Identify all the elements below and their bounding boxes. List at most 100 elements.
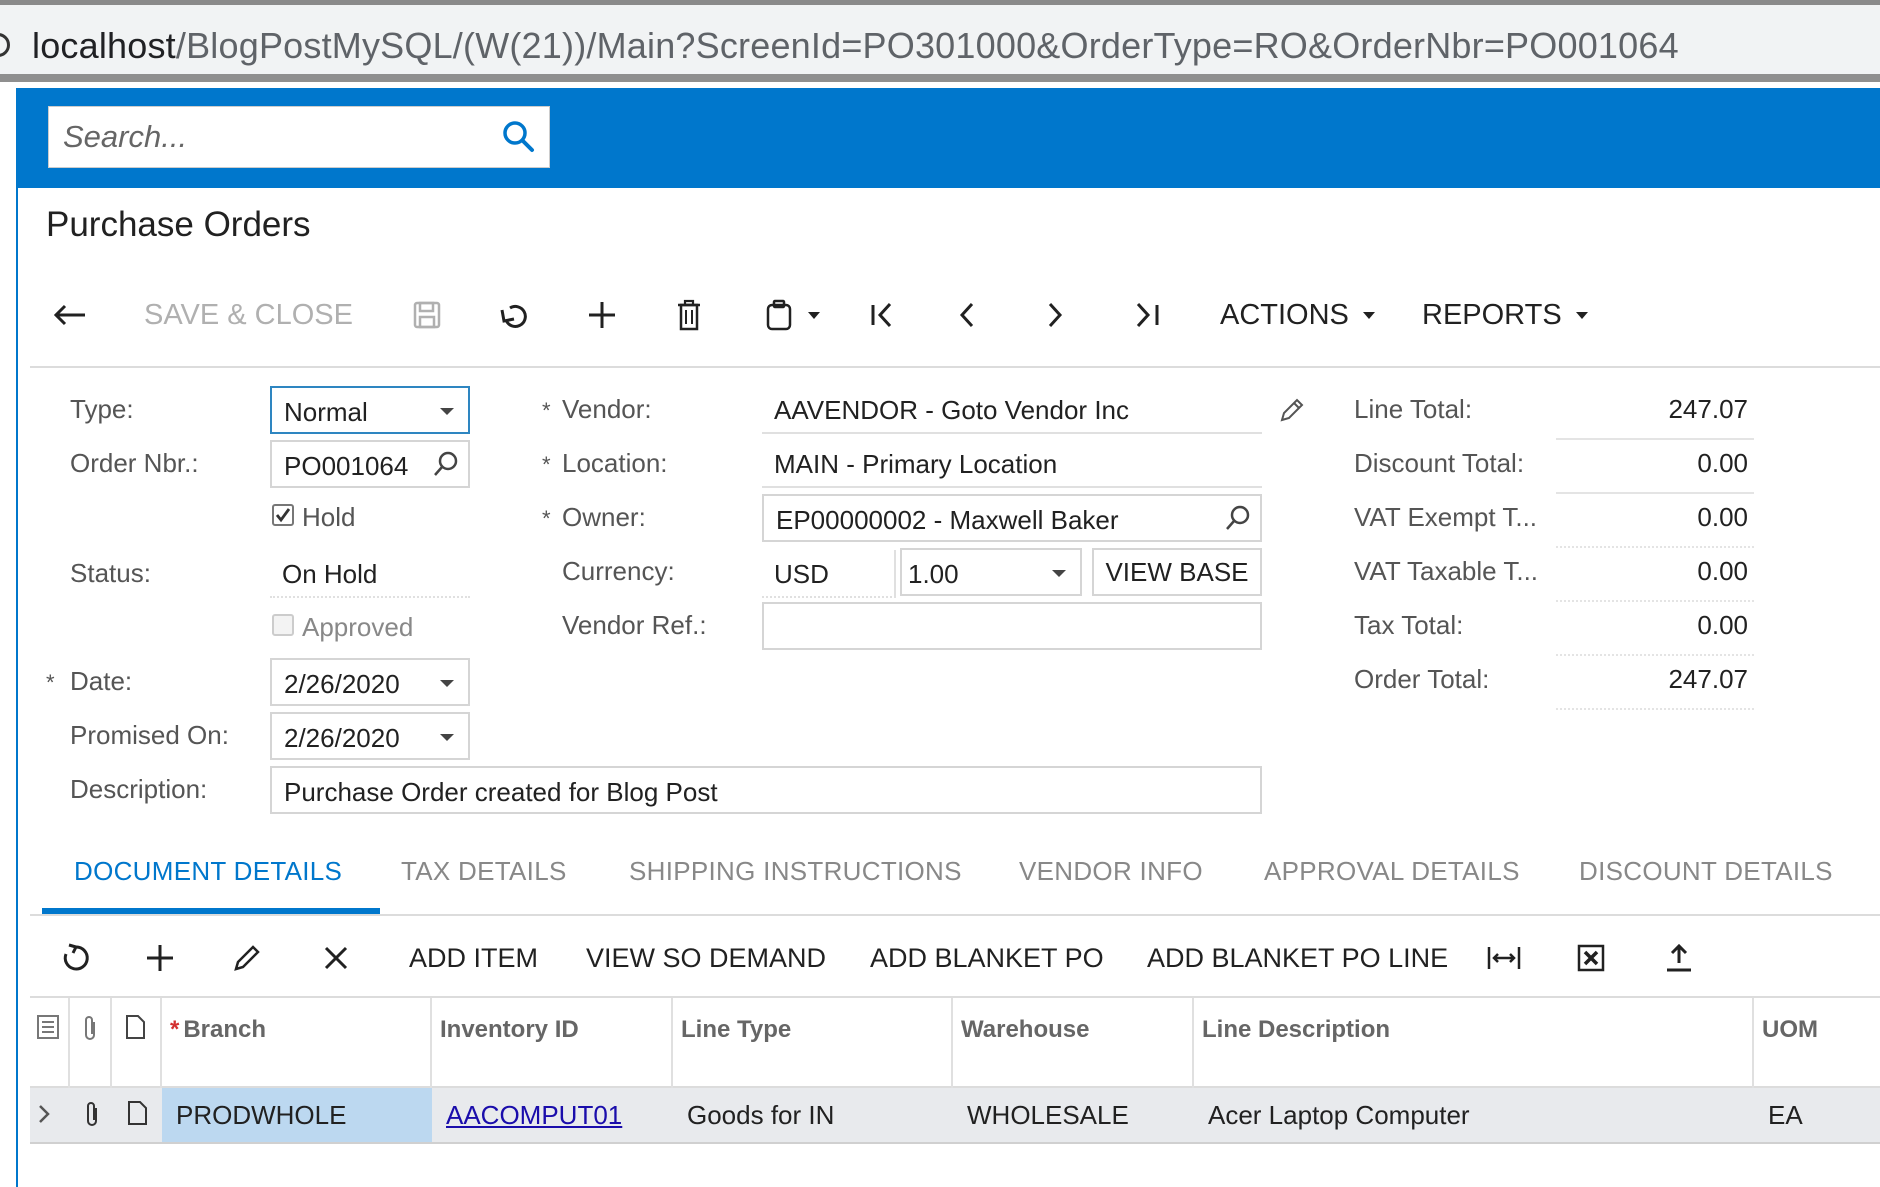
global-search[interactable] <box>48 106 550 168</box>
first-record-button[interactable] <box>868 282 898 348</box>
browser-address-bar[interactable]: localhost/BlogPostMySQL/(W(21))/Main?Scr… <box>0 0 1880 82</box>
chevron-down-icon <box>1052 570 1066 577</box>
delete-button[interactable] <box>676 282 702 348</box>
view-base-button[interactable]: VIEW BASE <box>1092 548 1262 596</box>
close-icon <box>324 946 348 970</box>
prev-record-button[interactable] <box>956 282 978 348</box>
description-label: Description: <box>70 774 208 804</box>
clipboard-button[interactable] <box>764 282 820 348</box>
order-nbr-field[interactable]: PO001064 <box>270 440 470 488</box>
pencil-icon <box>234 945 260 971</box>
divider <box>1556 654 1754 656</box>
tab-discount-details[interactable]: DISCOUNT DETAILS <box>1579 856 1833 887</box>
currency-rate-select[interactable]: 1.00 <box>900 548 1082 596</box>
table-row[interactable]: PRODWHOLE AACOMPUT01 Goods for IN WHOLES… <box>30 1088 1880 1144</box>
first-icon <box>871 302 892 328</box>
note-icon <box>128 1101 147 1125</box>
reports-menu[interactable]: REPORTS <box>1422 282 1588 348</box>
attachment-header <box>70 998 112 1088</box>
discount-total-label: Discount Total: <box>1354 448 1525 478</box>
inventory-id-link[interactable]: AACOMPUT01 <box>446 1100 622 1131</box>
row-settings-header[interactable] <box>30 998 70 1088</box>
add-blanket-po-line-button[interactable]: ADD BLANKET PO LINE <box>1147 922 1448 994</box>
vendor-field[interactable]: AAVENDOR - Goto Vendor Inc <box>762 386 1262 434</box>
add-row-button[interactable] <box>144 922 176 994</box>
tab-shipping-instructions[interactable]: SHIPPING INSTRUCTIONS <box>629 856 962 887</box>
chevron-down-icon[interactable] <box>440 734 454 741</box>
add-item-button[interactable]: ADD ITEM <box>409 922 538 994</box>
fit-columns-button[interactable] <box>1486 922 1522 994</box>
actions-dropdown-icon <box>1362 311 1375 319</box>
next-record-button[interactable] <box>1044 282 1066 348</box>
details-grid: * Branch Inventory ID Line Type Warehouse… <box>30 996 1880 1187</box>
tab-approval-details[interactable]: APPROVAL DETAILS <box>1264 856 1520 887</box>
promised-on-field[interactable]: 2/26/2020 <box>270 712 470 760</box>
plus-icon <box>147 945 173 971</box>
tab-document-details[interactable]: DOCUMENT DETAILS <box>74 856 342 887</box>
row-expand[interactable] <box>30 1088 70 1142</box>
chevron-right-icon <box>1048 302 1063 328</box>
column-warehouse[interactable]: Warehouse <box>953 998 1194 1088</box>
row-attachment[interactable] <box>70 1088 112 1142</box>
owner-label: Owner: <box>562 502 646 532</box>
owner-field[interactable]: EP00000002 - Maxwell Baker <box>762 494 1262 542</box>
address-url[interactable]: localhost/BlogPostMySQL/(W(21))/Main?Scr… <box>32 25 1679 67</box>
cell-inventory-id[interactable]: AACOMPUT01 <box>432 1088 673 1142</box>
add-blanket-po-button[interactable]: ADD BLANKET PO <box>870 922 1104 994</box>
edit-pencil-icon[interactable] <box>1278 396 1306 424</box>
column-inventory-id[interactable]: Inventory ID <box>432 998 673 1088</box>
column-uom[interactable]: UOM <box>1754 998 1880 1088</box>
divider <box>1556 492 1754 494</box>
column-branch[interactable]: * Branch <box>162 998 432 1088</box>
chevron-down-icon[interactable] <box>440 680 454 687</box>
tab-vendor-info[interactable]: VENDOR INFO <box>1019 856 1203 887</box>
cell-branch[interactable]: PRODWHOLE <box>162 1088 432 1142</box>
undo-button[interactable] <box>498 282 532 348</box>
location-label: Location: <box>562 448 668 478</box>
description-field[interactable]: Purchase Order created for Blog Post <box>270 766 1262 814</box>
vat-exempt-value: 0.00 <box>1697 502 1748 532</box>
refresh-button[interactable] <box>60 922 92 994</box>
active-tab-indicator <box>42 908 380 914</box>
column-line-description[interactable]: Line Description <box>1194 998 1754 1088</box>
line-total-label: Line Total: <box>1354 394 1473 424</box>
location-field[interactable]: MAIN - Primary Location <box>762 440 1262 488</box>
upload-button[interactable] <box>1664 922 1694 994</box>
vendor-label: Vendor: <box>562 394 652 424</box>
delete-row-button[interactable] <box>322 922 350 994</box>
edit-row-button[interactable] <box>232 922 262 994</box>
site-info-icon[interactable] <box>0 33 10 57</box>
cell-line-description[interactable]: Acer Laptop Computer <box>1194 1088 1754 1142</box>
required-mark: * <box>542 506 551 531</box>
fit-width-icon <box>1487 947 1521 969</box>
back-button[interactable] <box>52 282 88 348</box>
search-icon[interactable] <box>501 119 537 155</box>
chevron-right-icon <box>39 1105 50 1123</box>
add-button[interactable] <box>586 282 618 348</box>
approved-label: Approved <box>302 612 414 642</box>
row-note[interactable] <box>112 1088 162 1142</box>
lookup-icon[interactable] <box>432 450 460 478</box>
type-select[interactable]: Normal <box>270 386 470 434</box>
order-total-label: Order Total: <box>1354 664 1490 694</box>
export-excel-button[interactable] <box>1576 922 1606 994</box>
view-so-demand-button[interactable]: VIEW SO DEMAND <box>586 922 826 994</box>
save-close-button[interactable]: SAVE & CLOSE <box>144 282 353 348</box>
main-toolbar: SAVE & CLOSE ACTIONS REPORTS <box>30 282 1880 348</box>
save-button[interactable] <box>412 282 442 348</box>
divider <box>1556 546 1754 548</box>
column-line-type[interactable]: Line Type <box>673 998 953 1088</box>
hold-checkbox[interactable] <box>272 504 294 526</box>
date-field[interactable]: 2/26/2020 <box>270 658 470 706</box>
cell-warehouse[interactable]: WHOLESALE <box>953 1088 1194 1142</box>
promised-on-label: Promised On: <box>70 720 229 750</box>
vendor-ref-field[interactable] <box>762 602 1262 650</box>
cell-line-type[interactable]: Goods for IN <box>673 1088 953 1142</box>
cell-uom[interactable]: EA <box>1754 1088 1880 1142</box>
status-label: Status: <box>70 558 151 588</box>
actions-menu[interactable]: ACTIONS <box>1220 282 1375 348</box>
search-input[interactable] <box>63 115 483 159</box>
lookup-icon[interactable] <box>1224 504 1252 532</box>
last-record-button[interactable] <box>1132 282 1162 348</box>
tab-tax-details[interactable]: TAX DETAILS <box>401 856 567 887</box>
